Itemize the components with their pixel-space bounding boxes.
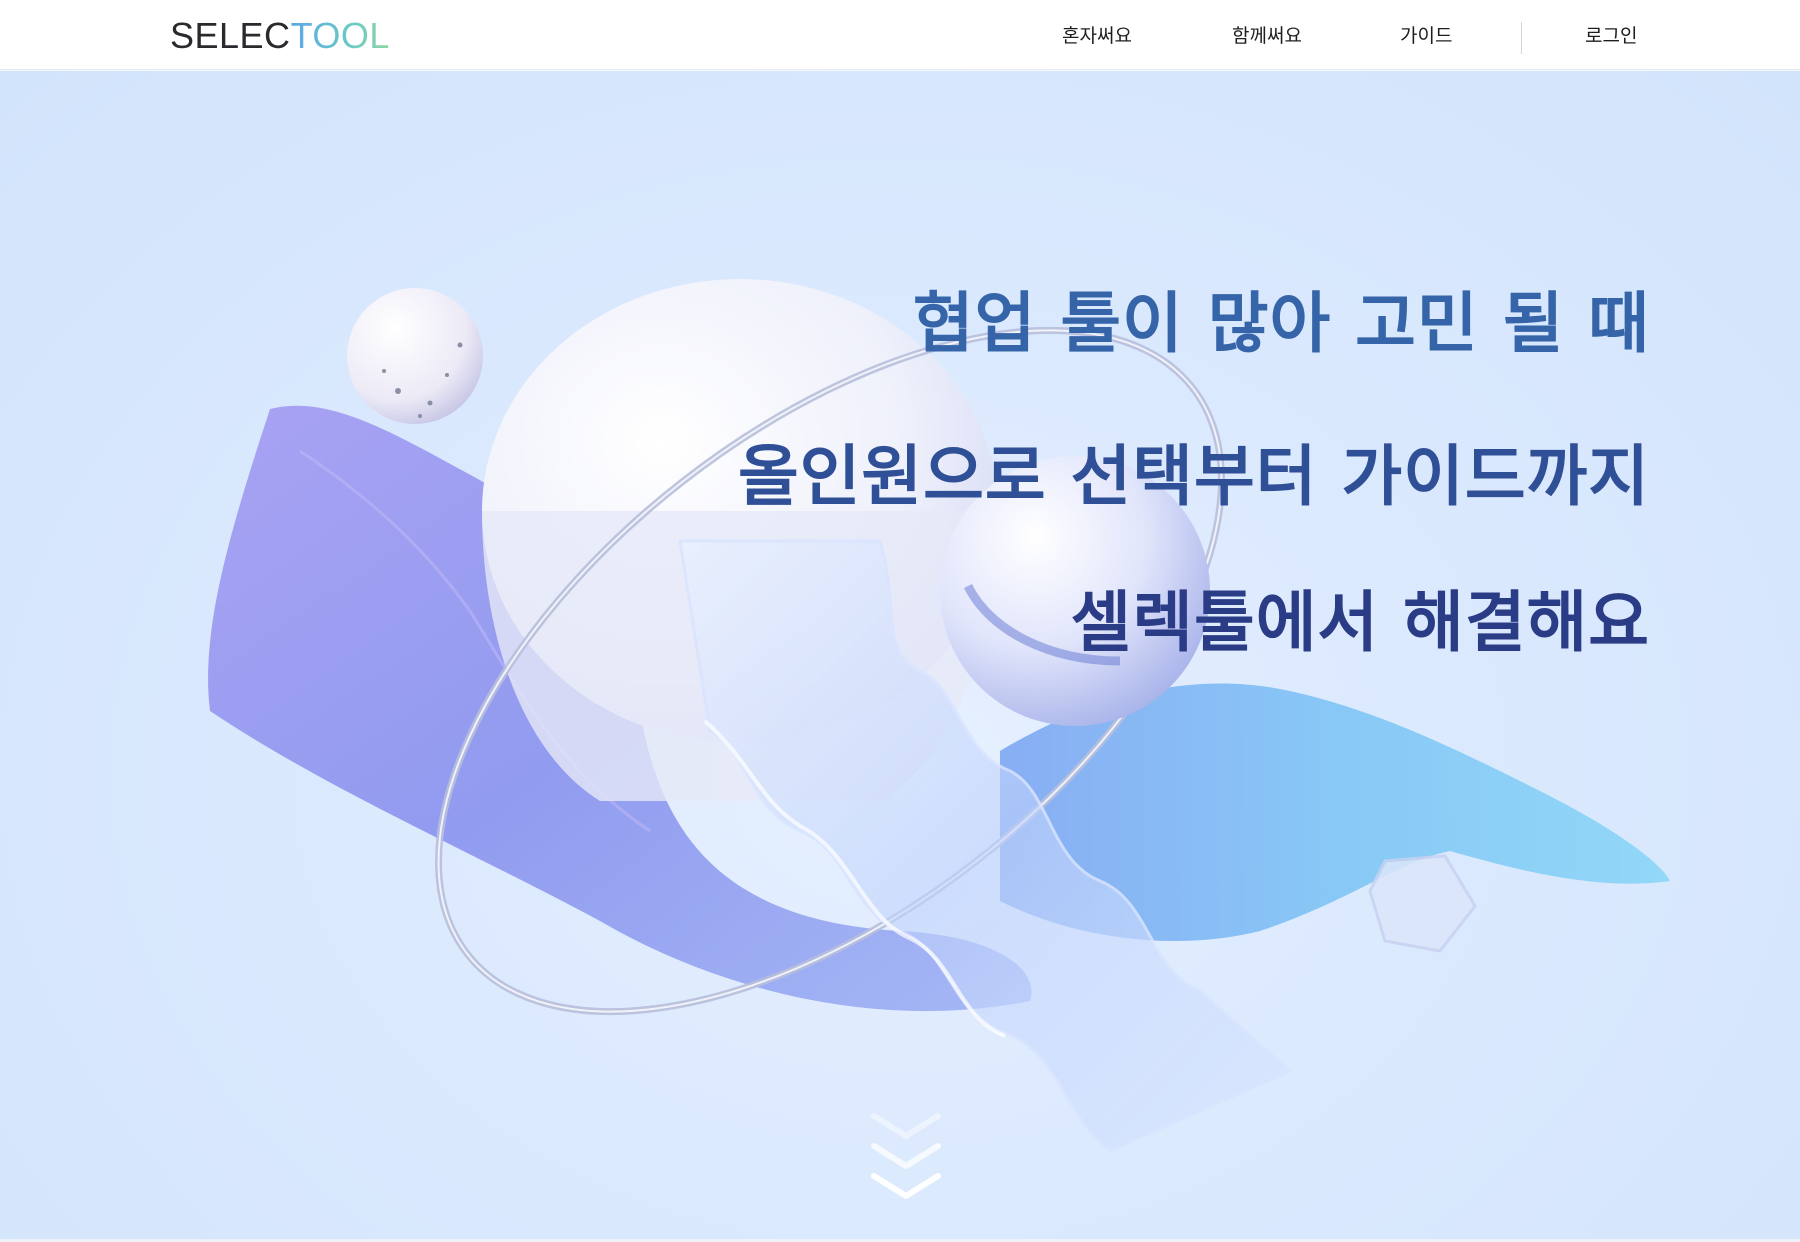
nav-divider bbox=[1521, 22, 1522, 54]
hero-headline-3: 셀렉툴에서 해결해요 bbox=[1070, 584, 1650, 661]
hero-section: 협업 툴이 많아 고민 될 때 올인원으로 선택부터 가이드까지 셀렉툴에서 해… bbox=[0, 71, 1800, 1239]
login-link[interactable]: 로그인 bbox=[1585, 24, 1637, 48]
logo-text-part1: SELEC bbox=[170, 15, 291, 56]
hero-headline-1: 협업 툴이 많아 고민 될 때 bbox=[912, 285, 1650, 362]
selectool-logo[interactable]: SELECTOOL bbox=[170, 14, 390, 58]
site-header: SELECTOOL 혼자써요 함께써요 가이드 로그인 bbox=[0, 0, 1800, 70]
chevron-double-down-icon bbox=[871, 1113, 941, 1199]
nav-item-guide[interactable]: 가이드 bbox=[1400, 24, 1452, 48]
nav-item-together[interactable]: 함께써요 bbox=[1232, 24, 1302, 48]
scroll-down-button[interactable] bbox=[866, 1108, 946, 1208]
logo-text-part2: TOOL bbox=[290, 15, 390, 56]
nav-item-solo[interactable]: 혼자써요 bbox=[1062, 24, 1132, 48]
hero-headline-2: 올인원으로 선택부터 가이드까지 bbox=[737, 438, 1650, 515]
